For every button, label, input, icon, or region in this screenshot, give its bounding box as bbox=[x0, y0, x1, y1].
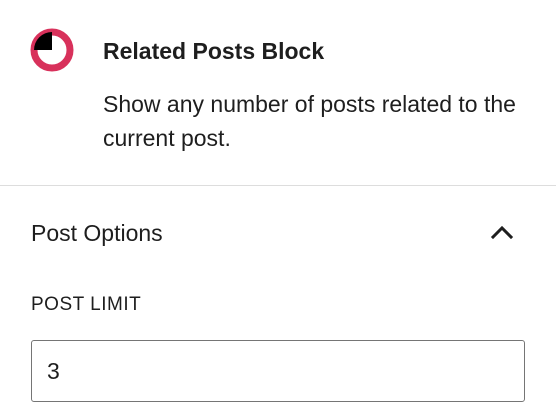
panel-title: Post Options bbox=[31, 220, 163, 246]
block-title: Related Posts Block bbox=[103, 38, 325, 64]
block-description: Show any number of posts related to the … bbox=[103, 91, 516, 151]
block-card: Related Posts Block Show any number of p… bbox=[0, 0, 556, 186]
related-posts-ring-icon bbox=[30, 28, 74, 72]
post-limit-label: POST LIMIT bbox=[31, 294, 142, 315]
chevron-up-icon[interactable] bbox=[490, 224, 514, 240]
post-options-toggle[interactable]: Post Options bbox=[0, 186, 556, 282]
post-limit-input[interactable] bbox=[31, 340, 525, 402]
